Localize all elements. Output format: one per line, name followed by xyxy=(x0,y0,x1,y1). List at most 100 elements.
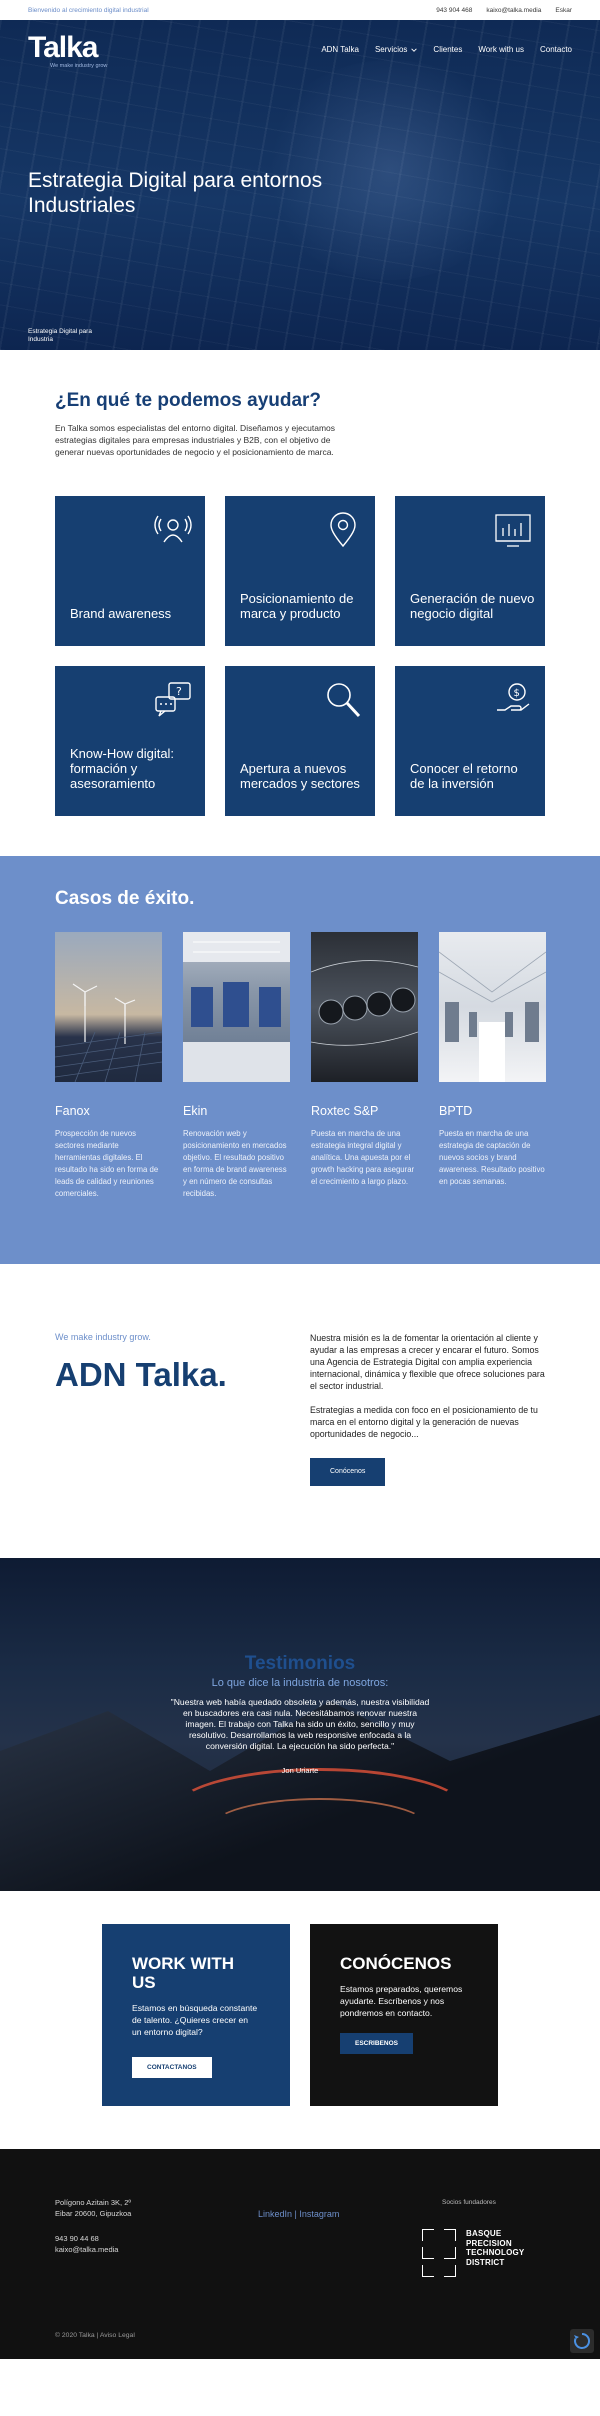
footer-phone[interactable]: 943 90 44 68 xyxy=(55,2233,131,2244)
service-label: Generación de nuevo negocio digital xyxy=(410,591,535,621)
service-card[interactable]: Apertura a nuevos mercados y sectores xyxy=(225,666,375,816)
footer: Polígono Azitain 3K, 2º Eibar 20600, Gip… xyxy=(0,2149,600,2359)
contact-button[interactable]: CONTACTANOS xyxy=(132,2057,212,2078)
success-title: Casos de éxito. xyxy=(55,888,195,909)
bptd-logo[interactable]: BASQUE PRECISION TECHNOLOGY DISTRICT xyxy=(422,2229,524,2279)
case-item[interactable]: BPTD Puesta en marcha de una estrategia … xyxy=(438,932,547,1200)
case-description: Prospección de nuevos sectores mediante … xyxy=(55,1129,159,1198)
chevron-down-icon xyxy=(411,47,418,52)
footer-social: LinkedIn | Instagram xyxy=(258,2209,339,2219)
meet-us-box: CONÓCENOS Estamos preparados, queremos a… xyxy=(310,1924,498,2106)
factory-floor-picture xyxy=(183,932,290,1082)
menu-item-adn[interactable]: ADN Talka xyxy=(321,45,359,54)
case-name: Fanox xyxy=(55,1104,90,1118)
top-slogan: Bienvenido al crecimiento digital indust… xyxy=(28,6,149,14)
partners-label: Socios fundadores xyxy=(442,2199,496,2206)
growth-icon xyxy=(495,514,531,547)
bptd-line: BASQUE xyxy=(466,2229,502,2238)
top-email-link[interactable]: kaixo@talka.media xyxy=(486,7,541,14)
top-phone-link[interactable]: 943 904 468 xyxy=(436,7,472,14)
services-section: ¿En qué te podemos ayudar? En Talka somo… xyxy=(0,350,600,856)
service-label: Brand awareness xyxy=(70,606,172,621)
case-name: BPTD xyxy=(439,1104,473,1118)
bptd-line: PRECISION xyxy=(466,2238,512,2248)
case-item[interactable]: Ekin Renovación web y posicionamiento en… xyxy=(183,932,290,1200)
footer-address: Eibar 20600, Gipuzkoa xyxy=(55,2209,132,2218)
case-item[interactable]: Fanox Prospección de nuevos sectores med… xyxy=(54,932,163,1200)
meet-title: CONÓCENOS xyxy=(340,1954,452,1973)
cases-grid: Fanox Prospección de nuevos sectores med… xyxy=(54,932,547,1200)
bptd-line: DISTRICT xyxy=(466,2257,505,2267)
write-button[interactable]: ESCRIBENOS xyxy=(340,2033,413,2054)
laboratory-picture xyxy=(438,951,547,1082)
menu-item-contacto[interactable]: Contacto xyxy=(540,45,572,54)
footer-email[interactable]: kaixo@talka.media xyxy=(55,2244,131,2255)
service-label: Apertura a nuevos mercados y sectores xyxy=(240,761,360,791)
service-card[interactable]: ? Know-How digital: formación y asesoram… xyxy=(55,666,205,816)
case-image[interactable] xyxy=(183,932,290,1082)
work-title: WORK WITH US xyxy=(132,1954,234,1992)
instagram-link[interactable]: Instagram xyxy=(299,2209,339,2219)
about-paragraph: Estrategias a medida con foco en el posi… xyxy=(310,1405,538,1439)
footer-contact: Polígono Azitain 3K, 2º Eibar 20600, Gip… xyxy=(55,2197,131,2255)
menu-item-work[interactable]: Work with us xyxy=(478,45,524,54)
hero: Talka We make industry grow ADN Talka Se… xyxy=(0,20,600,350)
testimonial-content: Testimonios Lo que dice la industria de … xyxy=(0,1558,600,1775)
footer-address: Polígono Azitain 3K, 2º xyxy=(55,2198,132,2207)
case-image[interactable] xyxy=(54,932,163,1083)
service-card[interactable]: Generación de nuevo negocio digital xyxy=(395,496,545,646)
case-image[interactable] xyxy=(438,932,547,1082)
top-bar: Bienvenido al crecimiento digital indust… xyxy=(0,0,600,20)
svg-text:?: ? xyxy=(176,685,182,698)
work-text: Estamos en búsqueda constante de talento… xyxy=(132,2003,258,2037)
language-switch[interactable]: Eskar xyxy=(555,7,572,14)
menu-item-servicios[interactable]: Servicios xyxy=(374,45,418,54)
success-section: Casos de éxito. Fanox Prospección de nue… xyxy=(0,856,600,1264)
service-card[interactable]: $ Conocer el retorno de la inversión xyxy=(395,666,545,816)
wind-turbines-picture xyxy=(54,983,163,1083)
logo[interactable]: Talka We make industry grow xyxy=(28,33,108,70)
service-label: Posicionamiento de marca y producto xyxy=(240,591,354,621)
services-intro: En Talka somos especialistas del entorno… xyxy=(55,423,336,457)
menu-item-label: Servicios xyxy=(374,45,408,54)
case-description: Renovación web y posicionamiento en merc… xyxy=(183,1129,287,1198)
menu-item-clientes[interactable]: Clientes xyxy=(433,45,462,54)
case-image[interactable] xyxy=(310,932,419,1082)
logo-tagline: We make industry grow xyxy=(50,63,108,69)
about-title: ADN Talka. xyxy=(55,1356,227,1393)
testimonials-title: Testimonios xyxy=(244,1653,356,1674)
money-hand-icon: $ xyxy=(497,683,530,711)
case-item[interactable]: Roxtec S&P Puesta en marcha de una estra… xyxy=(310,932,419,1200)
services-grid: Brand awareness Posicionamiento de marca… xyxy=(55,496,545,816)
about-section: We make industry grow. ADN Talka. Nuestr… xyxy=(0,1264,600,1558)
top-contact: 943 904 468 kaixo@talka.media Eskar xyxy=(436,7,572,14)
about-paragraph: Nuestra misión es la de fomentar la orie… xyxy=(310,1333,545,1391)
chat-question-icon: ? xyxy=(155,682,191,717)
work-with-us-box: WORK WITH US Estamos en búsqueda constan… xyxy=(102,1924,290,2106)
case-name: Ekin xyxy=(183,1104,208,1118)
case-description: Puesta en marcha de una estrategia integ… xyxy=(311,1129,415,1186)
cta-section: WORK WITH US Estamos en búsqueda constan… xyxy=(0,1891,600,2149)
service-card[interactable]: Brand awareness xyxy=(55,496,205,646)
testimonials-subtitle: Lo que dice la industria de nosotros: xyxy=(211,1677,389,1689)
bptd-line: TECHNOLOGY xyxy=(466,2248,525,2257)
about-button[interactable]: Conócenos xyxy=(310,1458,386,1486)
main-nav: Talka We make industry grow ADN Talka Se… xyxy=(0,20,600,70)
location-pin-icon xyxy=(330,512,356,548)
bptd-text: BASQUE PRECISION TECHNOLOGY DISTRICT xyxy=(466,2229,524,2267)
breadcrumb: Estrategia Digital para Industria xyxy=(28,328,92,343)
service-label: Conocer el retorno de la inversión xyxy=(410,761,518,791)
svg-text:$: $ xyxy=(514,688,520,699)
meet-text: Estamos preparados, queremos ayudarte. E… xyxy=(340,1984,463,2018)
audience-icon xyxy=(154,515,192,543)
service-card[interactable]: Posicionamiento de marca y producto xyxy=(225,496,375,646)
about-heading: We make industry grow. ADN Talka. xyxy=(55,1332,310,1486)
recaptcha-badge-icon[interactable] xyxy=(570,2329,594,2353)
magnifier-icon xyxy=(327,683,361,718)
about-body: Nuestra misión es la de fomentar la orie… xyxy=(310,1332,545,1486)
linkedin-link[interactable]: LinkedIn xyxy=(258,2209,292,2219)
service-label: Know-How digital: formación y asesoramie… xyxy=(70,746,175,791)
services-title: ¿En qué te podemos ayudar? xyxy=(55,390,322,411)
case-description: Puesta en marcha de una estrategia de ca… xyxy=(439,1129,545,1186)
copyright[interactable]: © 2020 Talka | Aviso Legal xyxy=(55,2332,135,2339)
